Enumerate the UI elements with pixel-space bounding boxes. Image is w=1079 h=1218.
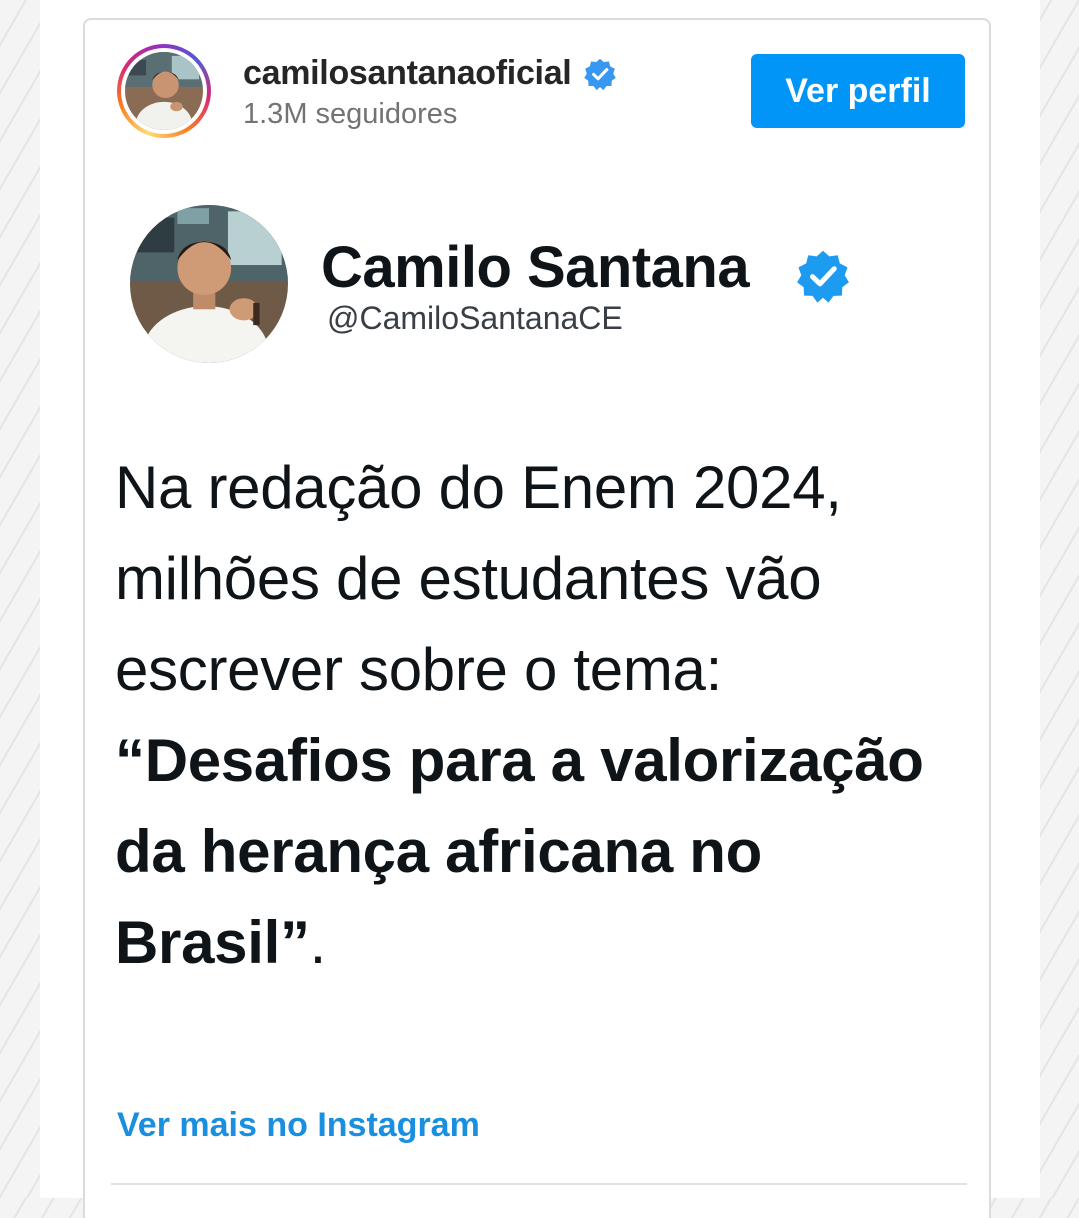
tweet-text-regular: Na redação do Enem 2024, milhões de estu… xyxy=(115,454,842,703)
username[interactable]: camilosantanaoficial xyxy=(243,54,572,93)
tweet-avatar-icon xyxy=(130,205,288,363)
tweet-text-bold: “Desafios para a valorização da herança … xyxy=(115,727,924,976)
footer-divider xyxy=(111,1183,967,1185)
avatar-photo-icon xyxy=(125,52,203,130)
instagram-embed-card: camilosantanaoficial 1.3M seguidores Ver… xyxy=(83,18,991,1218)
profile-avatar[interactable] xyxy=(117,44,211,138)
verified-badge-icon xyxy=(584,58,617,90)
avatar-ring xyxy=(121,48,207,134)
view-profile-button[interactable]: Ver perfil xyxy=(751,54,965,128)
tweet-handle: @CamiloSantanaCE xyxy=(327,300,623,336)
tweet-display-name: Camilo Santana xyxy=(321,235,750,300)
followers-count: 1.3M seguidores xyxy=(243,98,458,130)
tweet-text: Na redação do Enem 2024, milhões de estu… xyxy=(115,442,975,988)
username-row: camilosantanaoficial xyxy=(243,54,617,93)
post-image[interactable]: Camilo Santana @CamiloSantanaCE Na redaç… xyxy=(85,170,989,1060)
tweet-text-end: . xyxy=(309,909,327,976)
tweet-verified-badge-icon xyxy=(797,250,849,303)
view-more-on-instagram-link[interactable]: Ver mais no Instagram xyxy=(117,1106,480,1145)
